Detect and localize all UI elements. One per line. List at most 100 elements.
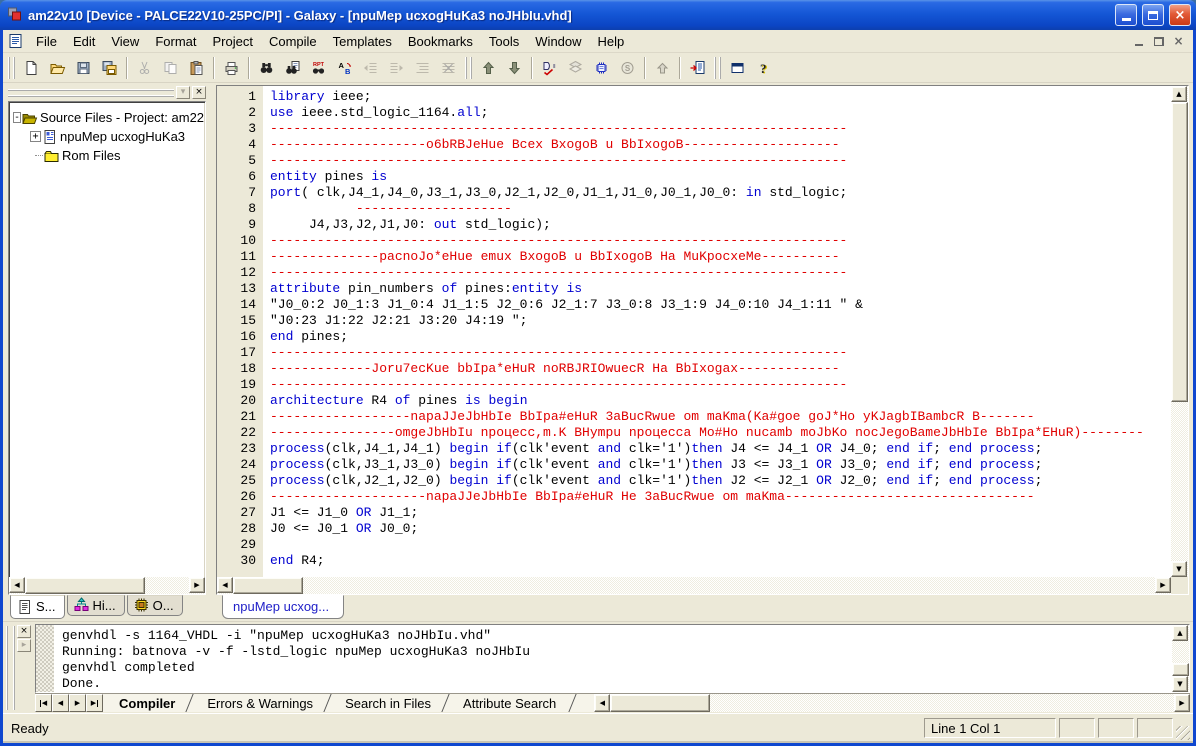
document-tab[interactable]: npuMep ucxog... <box>222 595 344 619</box>
output-panel-gripper[interactable] <box>6 626 15 710</box>
find-in-files-button[interactable] <box>280 56 305 80</box>
tab-scroll-next-button[interactable]: ▶ <box>69 694 86 712</box>
toolbar-gripper[interactable] <box>8 57 15 79</box>
menu-item-bookmarks[interactable]: Bookmarks <box>400 32 481 51</box>
output-tab-attribute-search[interactable]: Attribute Search <box>447 694 572 712</box>
scroll-down-button[interactable]: ▼ <box>1172 676 1188 692</box>
scroll-track[interactable] <box>1171 402 1188 561</box>
mdi-minimize-button[interactable] <box>1130 34 1147 49</box>
menu-item-format[interactable]: Format <box>147 32 204 51</box>
menu-item-edit[interactable]: Edit <box>65 32 103 51</box>
minimize-button[interactable] <box>1115 4 1137 26</box>
panel-tab-device[interactable]: O... <box>127 595 183 616</box>
tree-item-label[interactable]: npuMep ucxogHuKa3 <box>58 129 187 144</box>
collapse-toggle[interactable]: - <box>13 112 21 123</box>
scroll-track[interactable] <box>710 694 1174 712</box>
output-text[interactable]: genvhdl -s 1164_VHDL -i "npuMep ucxogHuK… <box>54 625 1172 692</box>
scroll-thumb[interactable] <box>25 577 145 594</box>
paste-button[interactable] <box>184 56 209 80</box>
panel-tab-source-files[interactable]: S... <box>10 595 65 619</box>
editor-horizontal-scrollbar[interactable]: ◀ ▶ <box>217 577 1171 594</box>
output-expand-button[interactable]: ▸ <box>17 639 31 652</box>
menu-item-window[interactable]: Window <box>527 32 589 51</box>
open-folder-button[interactable] <box>45 56 70 80</box>
menu-item-file[interactable]: File <box>28 32 65 51</box>
find-report-button[interactable]: RPT <box>306 56 331 80</box>
save-all-button[interactable] <box>97 56 122 80</box>
output-tab-compiler[interactable]: Compiler <box>103 694 191 712</box>
tree-item[interactable]: - Source Files - Project: am22 <box>13 108 203 127</box>
panel-tab-hierarchy[interactable]: Hi... <box>67 595 125 616</box>
tree-item-label[interactable]: Source Files - Project: am22 <box>38 110 205 125</box>
new-document-button[interactable] <box>19 56 44 80</box>
menu-item-view[interactable]: View <box>103 32 147 51</box>
code-editor[interactable]: 1234567891011121314151617181920212223242… <box>217 86 1171 577</box>
save-button[interactable] <box>71 56 96 80</box>
panel-close-button[interactable]: × <box>192 86 206 99</box>
panel-gripper[interactable] <box>8 89 174 97</box>
replace-button[interactable]: AB <box>332 56 357 80</box>
scroll-track[interactable] <box>303 577 1155 594</box>
mdi-close-button[interactable]: × <box>1170 34 1187 49</box>
tab-scroll-last-button[interactable]: ▶ <box>86 694 103 712</box>
tab-scroll-prev-button[interactable]: ◀ <box>52 694 69 712</box>
mdi-restore-button[interactable] <box>1150 34 1167 49</box>
output-body[interactable]: genvhdl -s 1164_VHDL -i "npuMep ucxogHuK… <box>36 625 1172 692</box>
scroll-up-button[interactable]: ▲ <box>1172 625 1188 641</box>
scroll-right-button[interactable]: ▶ <box>1155 577 1171 593</box>
menu-item-tools[interactable]: Tools <box>481 32 527 51</box>
close-button[interactable]: × <box>1169 4 1191 26</box>
panel-splitter[interactable] <box>208 83 216 621</box>
toolbar-gripper[interactable] <box>465 57 472 79</box>
code-text[interactable]: library ieee;use ieee.std_logic_1164.all… <box>263 86 1171 577</box>
tree-horizontal-scrollbar[interactable]: ◀ ▶ <box>9 577 205 594</box>
project-panel-header[interactable]: ▾ × <box>8 85 206 100</box>
move-up-button[interactable] <box>476 56 501 80</box>
menu-item-compile[interactable]: Compile <box>261 32 325 51</box>
title-bar[interactable]: am22v10 [Device - PALCE22V10-25PC/PI] - … <box>0 0 1196 30</box>
menu-item-templates[interactable]: Templates <box>325 32 400 51</box>
compile-button[interactable] <box>537 56 562 80</box>
keyword-token: process <box>270 457 325 472</box>
tab-row-scrollbar[interactable]: ◀ ▶ <box>594 694 1190 712</box>
menu-item-project[interactable]: Project <box>204 32 260 51</box>
scroll-track[interactable] <box>1172 641 1189 663</box>
scroll-thumb[interactable] <box>1171 102 1188 402</box>
output-close-button[interactable]: × <box>17 625 31 638</box>
editor-vertical-scrollbar[interactable]: ▲ ▼ <box>1171 86 1188 577</box>
scroll-up-button[interactable]: ▲ <box>1171 86 1187 102</box>
scroll-thumb[interactable] <box>1172 663 1189 676</box>
scroll-left-button[interactable]: ◀ <box>594 694 610 712</box>
move-down-button[interactable] <box>502 56 527 80</box>
scroll-down-button[interactable]: ▼ <box>1171 561 1187 577</box>
project-tree[interactable]: - Source Files - Project: am22 + npuMep ucx… <box>9 102 205 577</box>
tree-item[interactable]: Rom Files <box>30 146 203 165</box>
help-button[interactable]: ?? <box>751 56 776 80</box>
resize-grip[interactable] <box>1176 726 1190 740</box>
scroll-left-button[interactable]: ◀ <box>217 577 233 593</box>
fit-device-button[interactable] <box>589 56 614 80</box>
scroll-thumb[interactable] <box>610 694 710 712</box>
toolbar-gripper[interactable] <box>714 57 721 79</box>
maximize-button[interactable] <box>1142 4 1164 26</box>
scroll-thumb[interactable] <box>233 577 303 594</box>
keyword-token: begin if <box>449 457 511 472</box>
tab-scroll-first-button[interactable]: ◀ <box>35 694 52 712</box>
panel-menu-button[interactable]: ▾ <box>176 86 190 99</box>
goto-line-button[interactable] <box>685 56 710 80</box>
new-window-button[interactable] <box>725 56 750 80</box>
tree-item-label[interactable]: Rom Files <box>60 148 123 163</box>
expand-toggle[interactable]: + <box>30 131 41 142</box>
tree-item[interactable]: + npuMep ucxogHuKa3 <box>30 127 203 146</box>
menu-item-help[interactable]: Help <box>590 32 633 51</box>
scroll-right-button[interactable]: ▶ <box>189 577 205 593</box>
scroll-left-button[interactable]: ◀ <box>9 577 25 593</box>
find-button[interactable] <box>254 56 279 80</box>
print-button[interactable] <box>219 56 244 80</box>
scroll-right-button[interactable]: ▶ <box>1174 694 1190 712</box>
scroll-track[interactable] <box>145 577 189 594</box>
output-tab-errors-warnings[interactable]: Errors & Warnings <box>191 694 329 712</box>
output-tab-search-in-files[interactable]: Search in Files <box>329 694 447 712</box>
keyword-token: of <box>442 281 458 296</box>
output-vertical-scrollbar[interactable]: ▲ ▼ <box>1172 625 1189 692</box>
